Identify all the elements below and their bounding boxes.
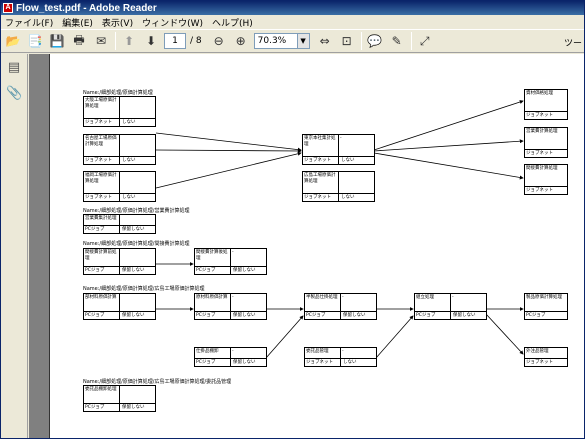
job-tokyo-hq-summary[interactable]: 東京本社集計処理 - ジョブネット しない <box>302 134 375 165</box>
job-outsourced-mgmt[interactable]: 外注品管理 ジョブネット <box>524 347 568 367</box>
open-icon[interactable]: 📂 <box>4 32 22 50</box>
save-icon[interactable]: 💾 <box>48 32 66 50</box>
section-title-sales-cost: Name:/細部処理/原価計算処理/営業費計算処理 <box>83 208 190 214</box>
expand-icon[interactable]: ⤢ <box>416 32 434 50</box>
job-indirect-cost[interactable]: 間接費計算処理 ジョブネット <box>524 164 568 195</box>
job-consignment-mgmt[interactable]: 委託品管理 - ジョブネット しない <box>304 347 377 367</box>
previous-page-icon[interactable]: ⬆ <box>120 32 138 50</box>
attachments-icon[interactable]: 📎 <box>6 86 22 102</box>
comment-icon[interactable]: 💬 <box>366 32 384 50</box>
app-window: A Flow_test.pdf - Adobe Reader ファイル(F) 編… <box>0 0 585 439</box>
title-bar: A Flow_test.pdf - Adobe Reader <box>1 1 584 15</box>
menu-file[interactable]: ファイル(F) <box>5 16 53 29</box>
menu-view[interactable]: 表示(V) <box>102 16 133 29</box>
zoom-dropdown-icon[interactable]: ▼ <box>297 33 310 49</box>
document-area[interactable]: Name:/細部処理/原価計算処理 Name:/細部処理/原価計算処理/営業費計… <box>29 54 584 438</box>
job-material-price[interactable]: 資材価格処理 ジョブネット <box>524 89 568 120</box>
job-sales-cost[interactable]: 営業費計算処理 ジョブネット <box>524 127 568 158</box>
section-title-cost-calc: Name:/細部処理/原価計算処理 <box>83 90 153 96</box>
job-hiroshima-plant[interactable]: 広島工場原価計算処理 ジョブネット しない <box>302 171 375 202</box>
job-parts-cost[interactable]: 部材料原価計算 PCジョブ 保留しない <box>83 293 156 320</box>
pages-icon[interactable]: ▤ <box>6 60 22 76</box>
toolbar-separator <box>115 32 116 50</box>
print-icon[interactable]: 🖶 <box>70 32 88 50</box>
toolbar: 📂 📑 💾 🖶 ✉ ⬆ ⬇ 1 / 8 ⊖ ⊕ 70.3% ▼ ⇔ ⊡ 💬 ✎ … <box>1 29 584 53</box>
page-total: / 8 <box>190 36 202 46</box>
tools-label[interactable]: ツー <box>564 36 582 49</box>
highlight-icon[interactable]: ✎ <box>388 32 406 50</box>
menu-bar: ファイル(F) 編集(E) 表示(V) ウィンドウ(W) ヘルプ(H) <box>1 15 584 29</box>
job-product-cost[interactable]: 製品原価計算処理 PCジョブ <box>524 293 568 320</box>
pdf-page: Name:/細部処理/原価計算処理 Name:/細部処理/原価計算処理/営業費計… <box>49 54 584 438</box>
section-title-indirect-cost: Name:/細部処理/原価計算処理/間接費計算処理 <box>83 241 190 247</box>
job-fukuoka-plant[interactable]: 福岡工場原価計算処理 ジョブネット しない <box>83 171 156 202</box>
zoom-out-icon[interactable]: ⊖ <box>210 32 228 50</box>
email-icon[interactable]: ✉ <box>92 32 110 50</box>
adobe-reader-icon: A <box>3 3 13 13</box>
toolbar-separator <box>410 32 412 50</box>
section-title-hiroshima: Name:/細部処理/原価計算処理/広島工場原価計算処理 <box>83 286 205 292</box>
menu-help[interactable]: ヘルプ(H) <box>212 16 253 29</box>
job-wip-inventory[interactable]: 仕掛品棚卸 - PCジョブ 保留しない <box>194 347 267 367</box>
job-indirect-post[interactable]: 間接費計算後処理 - PCジョブ 保留しない <box>194 248 267 275</box>
job-indirect-pre[interactable]: 間接費計算前処理 PCジョブ 保留しない <box>83 248 156 275</box>
page-number-input[interactable]: 1 <box>164 33 186 49</box>
menu-edit[interactable]: 編集(E) <box>62 16 93 29</box>
job-consignment-inventory[interactable]: 委託品棚卸処理 PCジョブ 保留しない <box>83 385 156 412</box>
job-osaka-plant[interactable]: 大阪工場原価計算処理 ジョブネット しない <box>83 96 156 127</box>
job-sales-summary[interactable]: 営業費集計処理 PCジョブ 保留しない <box>83 214 156 234</box>
toolbar-separator <box>360 32 362 50</box>
section-title-consignment: Name:/細部処理/原価計算処理/広島工場原価計算処理/委託品管理 <box>83 379 232 385</box>
create-pdf-icon[interactable]: 📑 <box>26 32 44 50</box>
fit-width-icon[interactable]: ⇔ <box>316 32 334 50</box>
job-semi-finished[interactable]: 半製品仕掛処理 - PCジョブ 保留しない <box>304 293 377 320</box>
zoom-in-icon[interactable]: ⊕ <box>232 32 250 50</box>
fit-page-icon[interactable]: ⊡ <box>338 32 356 50</box>
job-assembly[interactable]: 組立処理 - PCジョブ 保留しない <box>414 293 487 320</box>
job-raw-material-cost[interactable]: 原材料原価計算 - PCジョブ 保留しない <box>194 293 267 320</box>
navigation-panel: ▤ 📎 <box>1 54 28 438</box>
window-title: Flow_test.pdf - Adobe Reader <box>16 2 157 14</box>
zoom-input[interactable]: 70.3% <box>253 33 298 49</box>
job-nagoya-plant[interactable]: 名古屋工場原価計算処理 ジョブネット しない <box>83 134 156 165</box>
menu-window[interactable]: ウィンドウ(W) <box>142 16 203 29</box>
next-page-icon[interactable]: ⬇ <box>142 32 160 50</box>
